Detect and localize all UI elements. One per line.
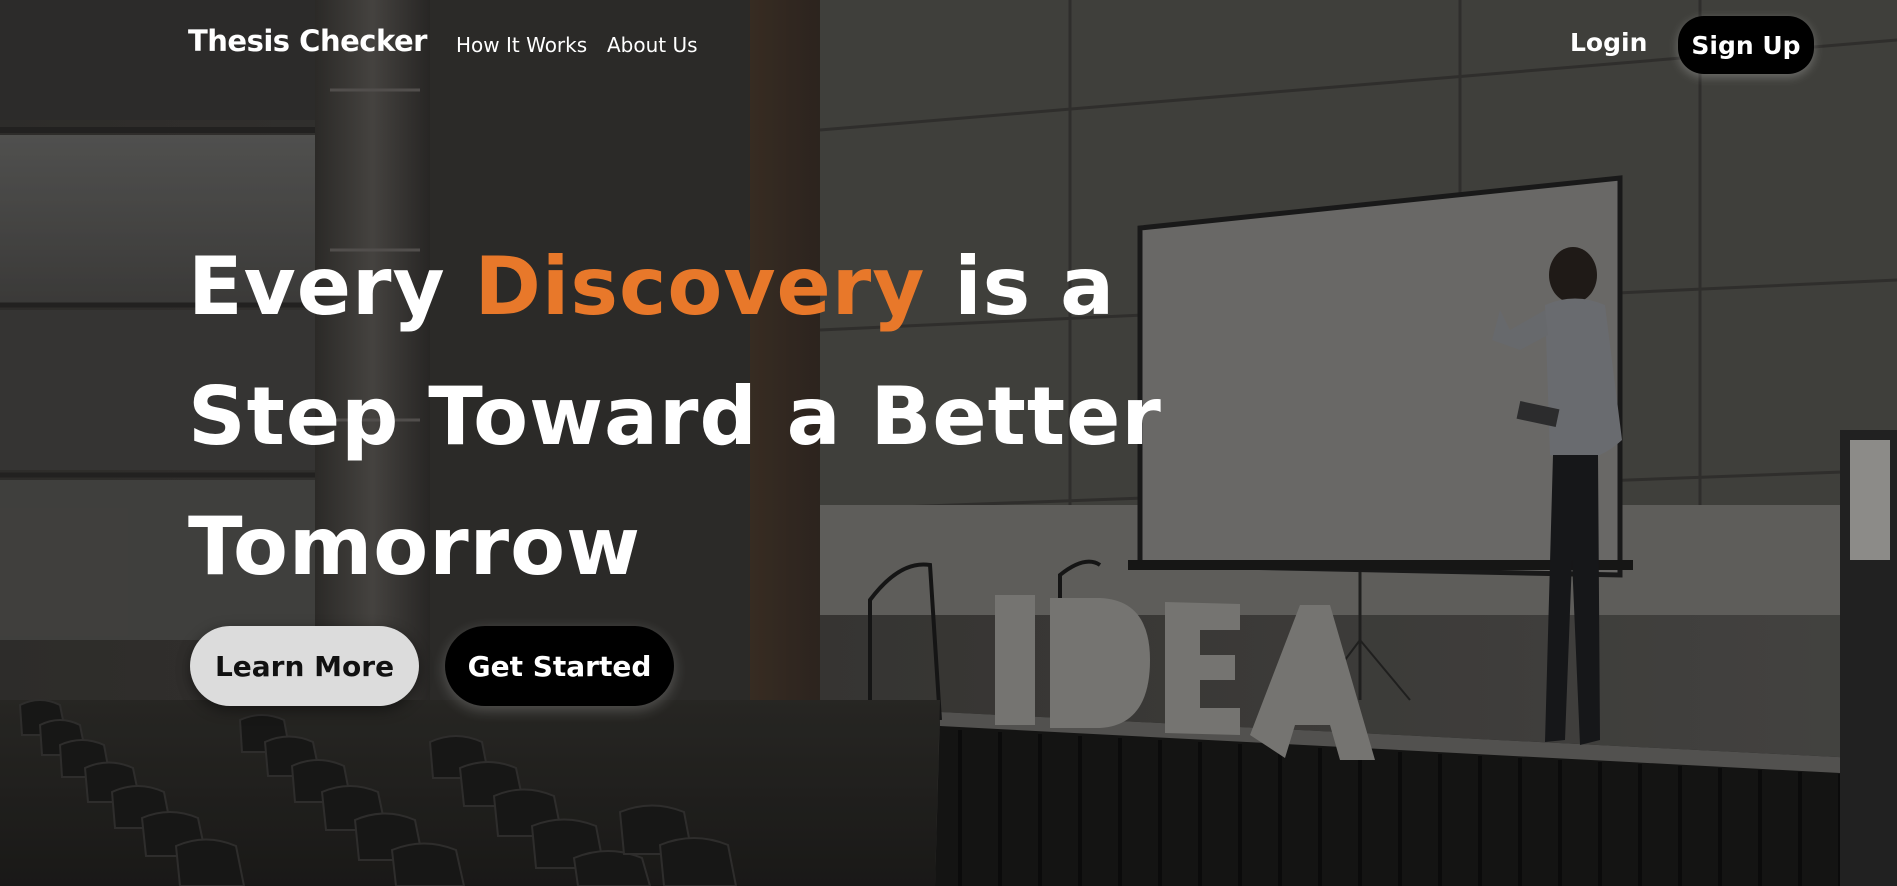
- top-navbar: Thesis Checker How It Works About Us Log…: [0, 0, 1897, 90]
- hero-headline-accent: Discovery: [474, 240, 926, 333]
- hero-headline-line-3: Tomorrow: [188, 500, 641, 593]
- hero-headline: Every Discovery is a Step Toward a Bette…: [188, 222, 1188, 612]
- landing-page: Thesis Checker How It Works About Us Log…: [0, 0, 1897, 886]
- brand-logo-text[interactable]: Thesis Checker: [188, 24, 427, 58]
- get-started-button[interactable]: Get Started: [445, 626, 674, 706]
- hero-headline-text: Every: [188, 240, 475, 333]
- learn-more-button[interactable]: Learn More: [190, 626, 419, 706]
- hero-headline-text: is a: [925, 240, 1116, 333]
- hero-headline-line-2: Step Toward a Better: [188, 370, 1162, 463]
- nav-link-how-it-works[interactable]: How It Works: [456, 33, 587, 57]
- nav-link-about-us[interactable]: About Us: [607, 33, 698, 57]
- login-link[interactable]: Login: [1570, 28, 1647, 57]
- hero-headline-line-1: Every Discovery is a: [188, 222, 1188, 352]
- sign-up-button[interactable]: Sign Up: [1678, 16, 1814, 74]
